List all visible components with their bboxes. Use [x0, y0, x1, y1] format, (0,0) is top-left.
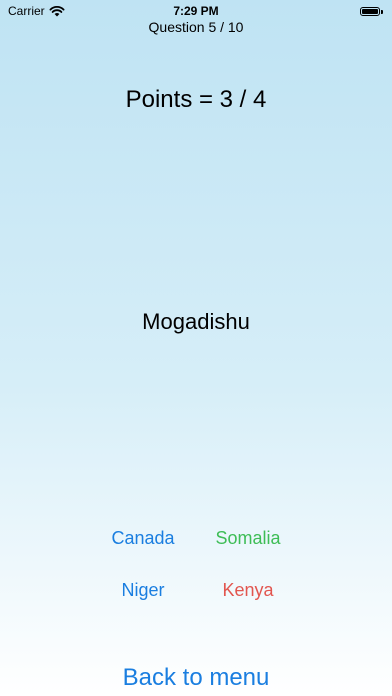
question-counter: Question 5 / 10: [148, 19, 244, 35]
battery-icon: [360, 6, 384, 17]
capital-city-label: Mogadishu: [142, 309, 250, 334]
status-time: 7:29 PM: [173, 4, 219, 18]
answer-button-niger[interactable]: Niger: [83, 580, 203, 601]
answer-button-somalia[interactable]: Somalia: [188, 528, 308, 549]
answer-button-canada[interactable]: Canada: [83, 528, 203, 549]
points-label: Points = 3 / 4: [125, 86, 267, 113]
answer-button-kenya[interactable]: Kenya: [188, 580, 308, 601]
back-to-menu-button[interactable]: Back to menu: [0, 664, 392, 692]
